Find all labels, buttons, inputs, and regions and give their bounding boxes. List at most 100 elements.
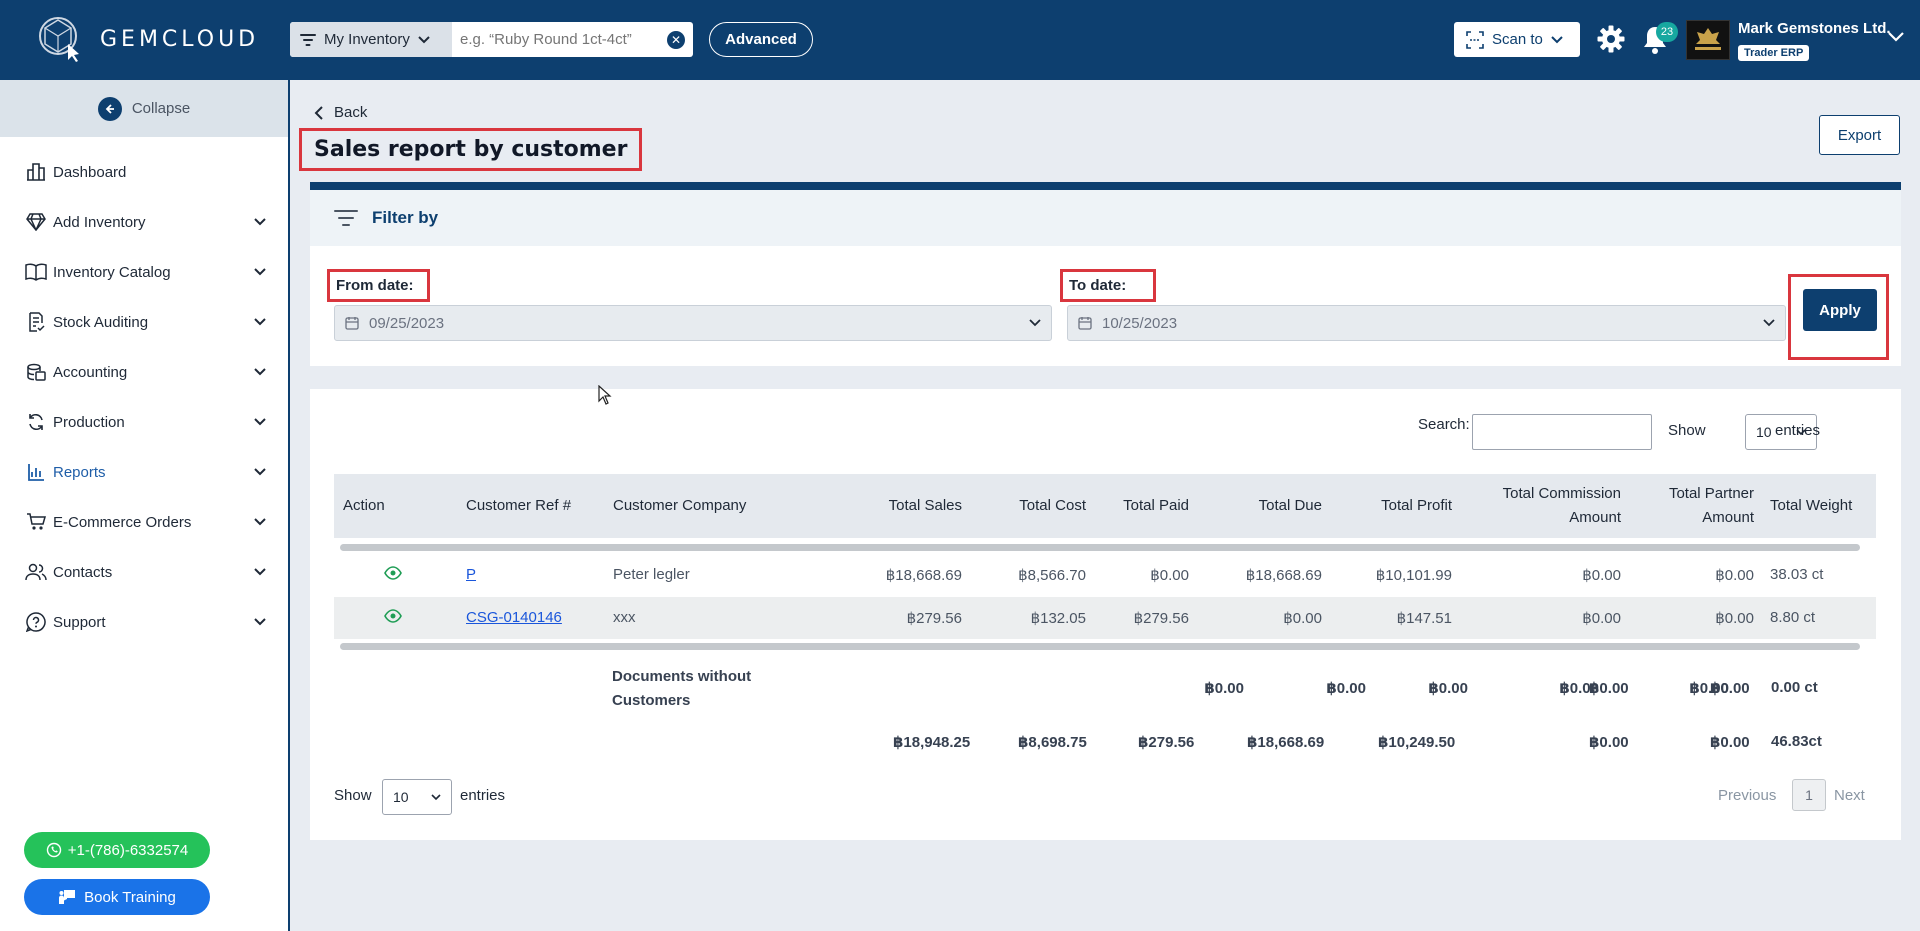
bottom-entries-select[interactable]: 10 [382, 779, 452, 815]
gemcloud-logo[interactable]: GEMCLOUD [36, 14, 259, 64]
col-customer-ref[interactable]: Customer Ref # [466, 494, 571, 518]
scan-icon [1466, 30, 1484, 49]
sidebar: Collapse Dashboard Add Inventory Invento… [0, 80, 290, 931]
sidebar-item-inventory-catalog[interactable]: Inventory Catalog [0, 247, 288, 297]
total-cost-sum: ฿8,698.75 [1018, 734, 1087, 751]
page-number-button[interactable]: 1 [1792, 779, 1826, 811]
no-customer-partner-value: ฿0.00 [1710, 680, 1750, 697]
total-commission-sum: ฿0.00 [1589, 734, 1629, 751]
table-row: P Peter legler ฿18,668.69 ฿8,566.70 ฿0.0… [334, 554, 1876, 596]
chevron-left-icon [314, 105, 323, 120]
no-customer-cost: ฿0.00 [1326, 680, 1366, 697]
table-header-row: Action Customer Ref # Customer Company T… [334, 474, 1876, 538]
advanced-search-button[interactable]: Advanced [709, 22, 813, 57]
collapse-sidebar-button[interactable]: Collapse [0, 80, 288, 137]
entries-value: 10 [1756, 424, 1772, 440]
col-total-profit[interactable]: Total Profit [1381, 494, 1452, 518]
customer-company: xxx [613, 609, 636, 626]
sidebar-item-contacts[interactable]: Contacts [0, 547, 288, 597]
chevron-down-icon [254, 418, 266, 426]
chevron-down-icon [254, 318, 266, 326]
apply-button[interactable]: Apply [1803, 289, 1877, 331]
search-input[interactable] [452, 31, 667, 48]
col-action[interactable]: Action [343, 494, 385, 518]
next-page-button[interactable]: Next [1834, 787, 1865, 804]
no-customer-label-line1: Documents without [612, 668, 752, 685]
plan-badge: Trader ERP [1738, 45, 1810, 61]
sidebar-item-add-inventory[interactable]: Add Inventory [0, 197, 288, 247]
total-cost: ฿132.05 [1030, 610, 1086, 627]
table-search-input[interactable] [1472, 414, 1652, 450]
customer-ref-link[interactable]: P [466, 566, 476, 583]
account-chevron-down-icon[interactable] [1888, 32, 1904, 42]
filter-icon [300, 33, 316, 46]
chart-icon [24, 460, 48, 484]
sidebar-nav: Dashboard Add Inventory Inventory Catalo… [0, 147, 288, 647]
total-due-sum: ฿18,668.69 [1247, 734, 1325, 751]
col-total-sales[interactable]: Total Sales [889, 494, 962, 518]
whatsapp-icon [46, 842, 61, 858]
sidebar-item-label: Stock Auditing [53, 313, 149, 331]
col-total-weight[interactable]: Total Weight [1770, 494, 1852, 518]
view-eye-icon[interactable] [384, 566, 402, 580]
company-avatar[interactable] [1686, 20, 1730, 60]
col-total-cost[interactable]: Total Cost [1019, 494, 1086, 518]
collapse-label: Collapse [131, 100, 191, 117]
sidebar-item-label: Production [53, 413, 125, 431]
sidebar-item-reports[interactable]: Reports [0, 447, 288, 497]
whatsapp-phone-button[interactable]: +1-(786)-6332574 [24, 832, 210, 868]
search-scope-dropdown[interactable]: My Inventory [290, 22, 452, 57]
book-icon [24, 260, 48, 284]
no-customer-paid: ฿0.00 [1428, 680, 1468, 697]
col-total-partner-line1: Total Partner [1668, 485, 1754, 502]
col-total-due[interactable]: Total Due [1259, 494, 1322, 518]
users-icon [24, 560, 48, 584]
report-table-card: Search: Show 10 entries Action Customer … [310, 389, 1901, 840]
sidebar-item-label: Add Inventory [53, 213, 146, 231]
col-total-commission-line1: Total Commission [1502, 485, 1621, 502]
company-name[interactable]: Mark Gemstones Ltd. [1738, 20, 1891, 37]
sidebar-item-label: Contacts [53, 563, 113, 581]
previous-page-button[interactable]: Previous [1718, 787, 1776, 804]
sidebar-item-dashboard[interactable]: Dashboard [0, 147, 288, 197]
sidebar-item-label: Support [53, 613, 106, 631]
total-weight: 8.80 ct [1770, 609, 1816, 626]
book-training-button[interactable]: Book Training [24, 879, 210, 915]
col-total-commission[interactable]: Total Commission Amount [1503, 482, 1621, 530]
from-date-picker[interactable]: 09/25/2023 [334, 305, 1052, 341]
clear-search-icon[interactable]: ✕ [667, 30, 685, 49]
top-navbar: GEMCLOUD My Inventory ✕ Advanced Scan to… [0, 0, 1920, 80]
horizontal-scrollbar-top[interactable] [340, 544, 1860, 551]
horizontal-scrollbar-bottom[interactable] [340, 643, 1860, 650]
scan-to-button[interactable]: Scan to [1454, 22, 1580, 57]
customer-ref-link[interactable]: CSG-0140146 [466, 609, 562, 626]
global-search: My Inventory ✕ [290, 22, 693, 57]
total-profit: ฿147.51 [1396, 610, 1452, 627]
sidebar-item-support[interactable]: Support [0, 597, 288, 647]
total-partner: ฿0.00 [1715, 610, 1754, 627]
total-due: ฿18,668.69 [1245, 567, 1322, 584]
total-sales: ฿18,668.69 [885, 567, 962, 584]
sidebar-item-production[interactable]: Production [0, 397, 288, 447]
to-date-picker[interactable]: 10/25/2023 [1067, 305, 1786, 341]
col-total-paid[interactable]: Total Paid [1123, 494, 1189, 518]
total-partner-sum: ฿0.00 [1710, 734, 1750, 751]
chevron-down-icon [254, 268, 266, 276]
export-button[interactable]: Export [1819, 115, 1900, 155]
total-paid: ฿0.00 [1150, 567, 1189, 584]
view-eye-icon[interactable] [384, 609, 402, 623]
filter-heading: Filter by [372, 208, 439, 227]
sidebar-item-accounting[interactable]: Accounting [0, 347, 288, 397]
total-sales-sum: ฿18,948.25 [893, 734, 971, 751]
filter-panel: Filter by From date: 09/25/2023 To date:… [310, 182, 1901, 366]
back-link[interactable]: Back [314, 104, 367, 121]
sidebar-item-ecommerce-orders[interactable]: E-Commerce Orders [0, 497, 288, 547]
sidebar-item-stock-auditing[interactable]: Stock Auditing [0, 297, 288, 347]
col-total-partner[interactable]: Total Partner Amount [1669, 482, 1754, 530]
company-logo-icon [1695, 28, 1721, 50]
sidebar-item-label: E-Commerce Orders [53, 513, 192, 531]
filter-header[interactable]: Filter by [310, 190, 1901, 246]
total-commission: ฿0.00 [1582, 567, 1621, 584]
settings-gear-icon[interactable] [1596, 24, 1626, 54]
col-customer-company[interactable]: Customer Company [613, 494, 746, 518]
